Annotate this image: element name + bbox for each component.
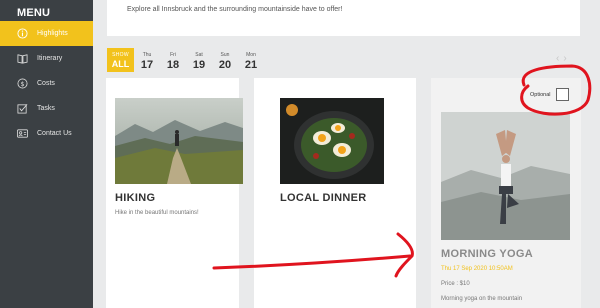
info-icon	[17, 28, 28, 39]
next-arrow-icon[interactable]: ›	[563, 53, 566, 64]
date-navigation: ‹ ›	[556, 53, 567, 64]
day-sat[interactable]: Sat 19	[186, 48, 212, 72]
card-title: LOCAL DINNER	[280, 192, 367, 204]
checkbox-icon	[17, 103, 28, 114]
sidebar-item-costs[interactable]: $ Costs	[0, 71, 93, 96]
day-number: 19	[192, 59, 206, 71]
hiking-image	[115, 98, 243, 184]
day-thu[interactable]: Thu 17	[134, 48, 160, 72]
sidebar-item-tasks[interactable]: Tasks	[0, 96, 93, 121]
intro-panel: Explore all Innsbruck and the surroundin…	[107, 0, 580, 36]
card-description: Hike in the beautiful mountains!	[115, 210, 199, 216]
sidebar-item-highlights[interactable]: Highlights	[0, 21, 93, 46]
optional-label: Optional	[530, 92, 551, 98]
day-name: Sun	[220, 52, 230, 58]
day-number: 17	[140, 59, 154, 71]
book-icon	[17, 53, 28, 64]
day-name: Mon	[246, 52, 256, 58]
sidebar-item-contact-us[interactable]: Contact Us	[0, 121, 93, 146]
sidebar-item-itinerary[interactable]: Itinerary	[0, 46, 93, 71]
card-title: MORNING YOGA	[441, 248, 534, 260]
day-number: 21	[244, 59, 258, 71]
sidebar: MENU Highlights Itinerary $ Costs Tasks …	[0, 0, 93, 308]
dinner-image	[280, 98, 384, 184]
yoga-image	[441, 112, 570, 240]
day-number: 18	[166, 59, 180, 71]
sidebar-item-label: Costs	[37, 80, 55, 87]
intro-text: Explore all Innsbruck and the surroundin…	[127, 6, 343, 13]
card-title: HIKING	[115, 192, 156, 204]
sidebar-item-label: Tasks	[37, 105, 55, 112]
menu-title: MENU	[17, 7, 51, 19]
date-strip: SHOW ALL Thu 17 Fri 18 Sat 19 Sun 20 Mon…	[107, 48, 264, 72]
sidebar-item-label: Itinerary	[37, 55, 63, 62]
day-sun[interactable]: Sun 20	[212, 48, 238, 72]
sidebar-item-label: Contact Us	[37, 130, 72, 137]
day-fri[interactable]: Fri 18	[160, 48, 186, 72]
activity-card-hiking[interactable]: HIKING Hike in the beautiful mountains!	[106, 78, 243, 308]
day-name: Thu	[142, 52, 152, 58]
day-name: Fri	[170, 52, 176, 58]
show-all-button[interactable]: SHOW ALL	[107, 48, 134, 72]
card-price: Price : $10	[441, 281, 470, 287]
sidebar-item-label: Highlights	[37, 30, 68, 37]
activity-card-yoga[interactable]: Optional MORNING YOGA Thu 17 Sep 2020 10…	[431, 78, 581, 308]
activity-card-dinner[interactable]: LOCAL DINNER	[254, 78, 416, 308]
prev-arrow-icon[interactable]: ‹	[556, 53, 559, 64]
card-date: Thu 17 Sep 2020 10:50AM	[441, 266, 513, 272]
svg-text:$: $	[20, 80, 24, 88]
card-description: Morning yoga on the mountain	[441, 296, 523, 302]
day-number: 20	[218, 59, 232, 71]
dollar-icon: $	[17, 78, 28, 89]
contact-icon	[17, 128, 28, 139]
day-name: Sat	[195, 52, 203, 58]
show-all-top-label: SHOW	[112, 52, 129, 58]
day-mon[interactable]: Mon 21	[238, 48, 264, 72]
optional-checkbox[interactable]	[556, 88, 569, 101]
show-all-bottom-label: ALL	[111, 59, 130, 69]
